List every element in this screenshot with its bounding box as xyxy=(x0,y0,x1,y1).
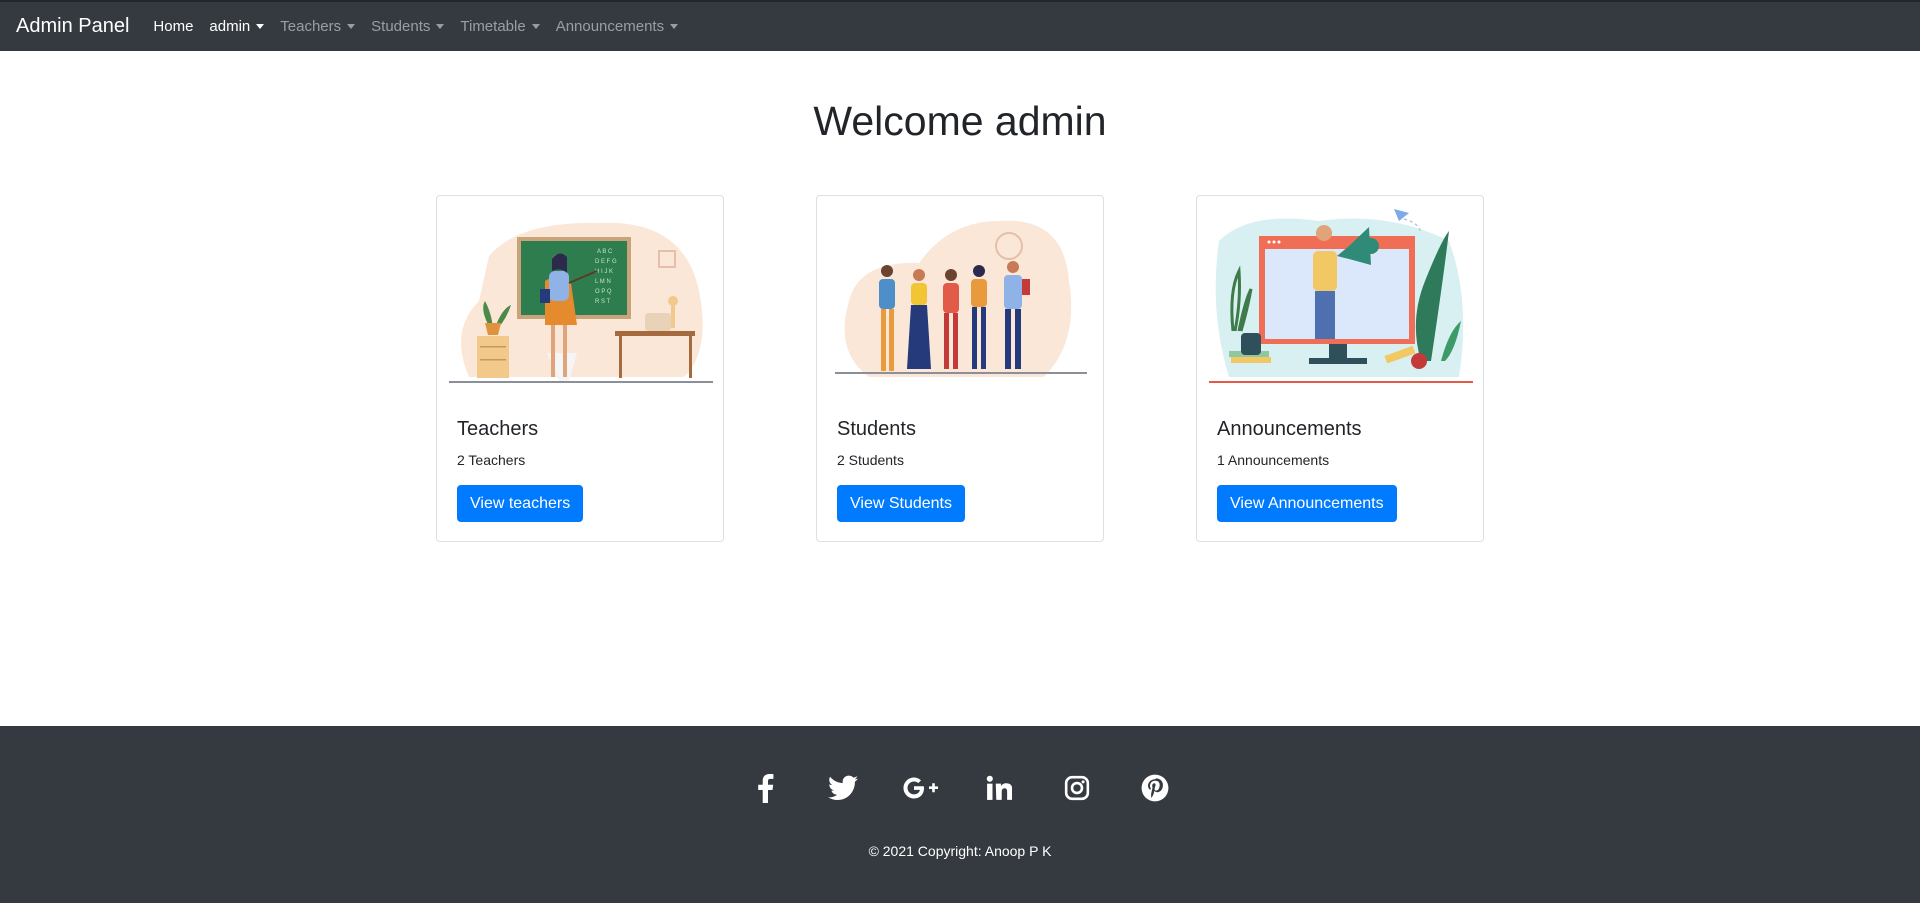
students-card: Students 2 Students View Students xyxy=(816,195,1104,542)
social-links xyxy=(0,769,1920,807)
card-title: Announcements xyxy=(1217,418,1362,440)
nav-home[interactable]: Home xyxy=(153,18,193,35)
card-title: Teachers xyxy=(457,418,539,440)
twitter-icon[interactable] xyxy=(824,769,862,807)
chevron-down-icon xyxy=(670,24,679,29)
footer: © 2021 Copyright: Anoop P K xyxy=(0,726,1920,903)
svg-text:R S T: R S T xyxy=(595,299,611,305)
chevron-down-icon xyxy=(436,24,445,29)
announcements-card: Announcements 1 Announcements View Annou… xyxy=(1196,195,1484,542)
card-count: 2 Teachers xyxy=(457,452,526,468)
nav-announcements-dropdown[interactable]: Announcements xyxy=(556,18,679,35)
nav-students-dropdown[interactable]: Students xyxy=(371,18,445,35)
chevron-down-icon xyxy=(347,24,356,29)
view-students-button[interactable]: View Students xyxy=(837,485,965,522)
chevron-down-icon xyxy=(531,24,540,29)
pinterest-icon[interactable] xyxy=(1136,769,1174,807)
nav-teachers-dropdown[interactable]: Teachers xyxy=(280,18,356,35)
students-group-illustration xyxy=(835,220,1087,377)
nav-timetable-dropdown[interactable]: Timetable xyxy=(460,18,540,35)
chevron-down-icon xyxy=(256,24,265,29)
view-announcements-button[interactable]: View Announcements xyxy=(1217,485,1397,522)
nav-admin-dropdown[interactable]: admin xyxy=(209,18,265,35)
svg-text:H I J K: H I J K xyxy=(595,269,613,275)
teachers-card: A B C D E F G H I J K L M N O P Q R S T Teac… xyxy=(436,195,724,542)
card-count: 2 Students xyxy=(837,452,904,468)
svg-text:O P Q: O P Q xyxy=(595,289,612,295)
google-plus-icon[interactable] xyxy=(902,769,940,807)
teacher-classroom-illustration: A B C D E F G H I J K L M N O P Q R S T xyxy=(449,222,713,383)
instagram-icon[interactable] xyxy=(1058,769,1096,807)
page-title: Welcome admin xyxy=(813,98,1107,144)
linkedin-icon[interactable] xyxy=(980,769,1018,807)
svg-text:D E F G: D E F G xyxy=(595,259,617,265)
copyright-text: © 2021 Copyright: Anoop P K xyxy=(868,843,1052,859)
card-title: Students xyxy=(837,418,916,440)
megaphone-announcement-illustration xyxy=(1209,209,1473,383)
svg-text:A B C: A B C xyxy=(597,249,613,255)
facebook-icon[interactable] xyxy=(746,769,784,807)
svg-text:L M N: L M N xyxy=(595,279,611,285)
top-navbar: Admin Panel Home admin Teachers Students… xyxy=(0,0,1920,51)
view-teachers-button[interactable]: View teachers xyxy=(457,485,584,522)
brand-logo[interactable]: Admin Panel xyxy=(16,15,129,38)
card-count: 1 Announcements xyxy=(1217,452,1330,468)
